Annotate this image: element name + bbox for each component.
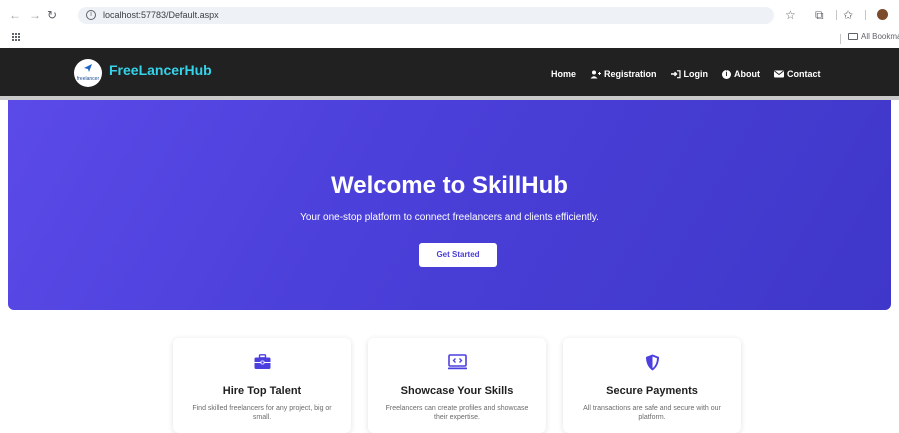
folder-icon — [848, 33, 858, 40]
toolbar-divider — [865, 10, 866, 20]
apps-grid-icon[interactable] — [12, 33, 21, 42]
address-url[interactable]: localhost:57783/Default.aspx — [103, 9, 219, 22]
feature-description: Freelancers can create profiles and show… — [385, 405, 529, 421]
all-bookmarks-button[interactable]: All Bookma — [848, 32, 899, 41]
code-screen-icon — [447, 354, 467, 370]
hero-subtitle: Your one-stop platform to connect freela… — [300, 212, 599, 223]
brand-name[interactable]: FreeLancerHub — [109, 62, 212, 78]
bird-logo-icon — [84, 64, 92, 72]
browser-toolbar: ← → ↻ i localhost:57783/Default.aspx ☆ ⧉… — [0, 0, 899, 30]
bookmarks-bar-star-icon[interactable]: ✩ — [843, 8, 853, 22]
back-icon[interactable]: ← — [9, 7, 21, 23]
feature-title: Secure Payments — [606, 385, 698, 397]
nav-home-label: Home — [551, 69, 577, 79]
nav-login[interactable]: Login — [670, 68, 709, 80]
hero-banner — [8, 100, 891, 310]
profile-avatar[interactable] — [877, 9, 888, 20]
nav-contact-label: Contact — [787, 69, 821, 79]
nav-registration-label: Registration — [604, 69, 657, 79]
all-bookmarks-label: All Bookma — [861, 32, 899, 41]
bookmarks-divider — [840, 34, 841, 44]
logo-caption: freelancer — [76, 76, 100, 82]
bookmarks-bar: All Bookma — [0, 30, 899, 48]
envelope-icon — [774, 70, 785, 78]
get-started-button[interactable]: Get Started — [419, 243, 497, 267]
feature-title: Hire Top Talent — [222, 385, 302, 397]
bookmark-star-icon[interactable]: ☆ — [785, 8, 796, 22]
nav-contact[interactable]: Contact — [774, 68, 821, 80]
feature-description: All transactions are safe and secure wit… — [583, 405, 721, 421]
toolbar-divider — [836, 10, 837, 20]
reload-icon[interactable]: ↻ — [47, 7, 57, 23]
nav-home[interactable]: Home — [551, 68, 576, 80]
feature-title: Showcase Your Skills — [400, 385, 514, 397]
address-bar[interactable]: i localhost:57783/Default.aspx — [78, 7, 774, 24]
brand-logo[interactable]: freelancer — [74, 59, 102, 87]
nav-login-label: Login — [683, 69, 709, 79]
extensions-icon[interactable]: ⧉ — [815, 8, 824, 22]
main-nav: Home Registration Login i About Contact — [551, 67, 821, 81]
hero-title: Welcome to SkillHub — [331, 172, 568, 199]
shield-icon — [645, 354, 659, 371]
user-plus-icon — [590, 70, 602, 78]
info-circle-icon: i — [722, 69, 732, 79]
forward-icon[interactable]: → — [29, 7, 41, 23]
site-info-icon[interactable]: i — [86, 10, 96, 20]
feature-description: Find skilled freelancers for any project… — [192, 405, 332, 421]
nav-registration[interactable]: Registration — [590, 68, 657, 80]
briefcase-icon — [254, 354, 270, 369]
sign-in-icon — [670, 69, 681, 78]
nav-about-label: About — [734, 69, 761, 79]
nav-about[interactable]: i About — [722, 68, 760, 80]
